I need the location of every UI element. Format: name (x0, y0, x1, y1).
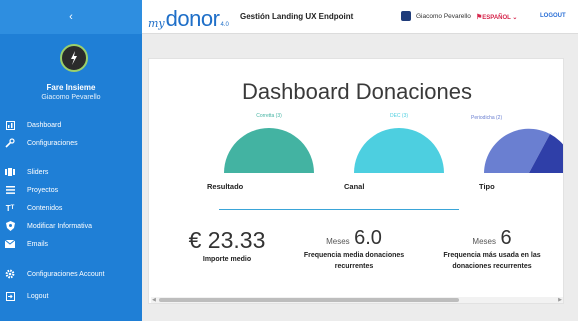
logout-icon (5, 291, 15, 301)
sidebar-item-label: Contenidos (27, 204, 63, 212)
sidebar-item-label: Configuraciones (27, 139, 78, 147)
stat-frequencia-mas-usada: Meses 6 Frequencia más usada en las dona… (427, 227, 557, 272)
pie-chart-tipo (484, 128, 563, 173)
mail-icon (5, 239, 15, 249)
sidebar-item-label: Configuraciones Account (27, 270, 105, 278)
section-divider (219, 209, 459, 210)
scroll-right-icon[interactable]: ▶ (558, 297, 562, 303)
sidebar-item-label: Modificar Informativa (27, 222, 92, 230)
sidebar-item-label: Emails (27, 240, 49, 248)
sidebar-item-contenidos[interactable]: TT Contenidos (0, 199, 142, 217)
user-icon (401, 11, 411, 21)
pie-slice[interactable] (219, 123, 319, 175)
scroll-left-icon[interactable]: ◀ (152, 297, 156, 303)
chart-label-tipo: Tipo (479, 182, 495, 191)
stat-top-value: 6 (500, 227, 512, 249)
stat-freq-value: 6.0 (354, 227, 382, 249)
pie-slice[interactable] (349, 123, 449, 175)
sidebar-item-proyectos[interactable]: Proyectos (0, 181, 142, 199)
sidebar-item-configuraciones-account[interactable]: Configuraciones Account (0, 265, 142, 283)
sidebar-item-label: Sliders (27, 168, 49, 176)
language-label: ESPAÑOL ⌄ (482, 15, 518, 21)
wrench-icon (5, 138, 15, 148)
stat-freq-label-1: Frequencia media donaciones (303, 252, 405, 259)
avatar (60, 44, 88, 72)
scrollbar-thumb[interactable] (159, 298, 459, 302)
shield-icon (5, 221, 15, 231)
horizontal-scrollbar[interactable]: ◀ ▶ (151, 297, 563, 303)
page-title: Dashboard Donaciones (242, 79, 472, 104)
chart-slice-label: Periodicha (2) (471, 115, 503, 121)
chart-tipo: Periodicha (2) (471, 115, 563, 180)
sidebar-item-configuraciones[interactable]: Configuraciones (0, 134, 142, 152)
org-logo-icon (65, 49, 83, 67)
topbar-user-name[interactable]: Giacomo Pevarello (416, 13, 471, 20)
sidebar-item-label: Proyectos (27, 186, 59, 194)
sliders-icon (5, 167, 15, 177)
sidebar-item-sliders[interactable]: Sliders (0, 163, 142, 181)
sidebar-item-modificar-informativa[interactable]: Modificar Informativa (0, 217, 142, 235)
dashboard-icon (5, 120, 15, 130)
language-dropdown[interactable]: ⚑ESPAÑOL ⌄ (476, 13, 517, 21)
org-name: Fare Insieme (46, 83, 96, 92)
sidebar-item-logout[interactable]: Logout (0, 287, 142, 305)
sidebar: ‹ Fare Insieme Giacomo Pevarello Dashboa… (0, 0, 142, 321)
stat-importe-value: € 23.33 (188, 227, 266, 253)
stat-freq-prefix: Meses (326, 237, 350, 246)
sidebar-item-dashboard[interactable]: Dashboard (0, 116, 142, 134)
dashboard-card: Dashboard Donaciones Corretta (3) Result… (148, 58, 564, 304)
list-icon (5, 185, 15, 195)
chart-label-resultado: Resultado (207, 182, 244, 191)
chart-slice-label: DEC (3) (389, 113, 409, 119)
topbar: my donor 4.0 Gestión Landing UX Endpoint… (142, 0, 578, 34)
stat-importe-label: Importe medio (202, 256, 252, 263)
sidebar-item-emails[interactable]: Emails (0, 235, 142, 253)
chart-canal: DEC (3) (349, 113, 449, 180)
chart-label-canal: Canal (344, 182, 365, 191)
stat-frequencia-media: Meses 6.0 Frequencia media donaciones re… (284, 227, 424, 272)
stat-top-label-2: donaciones recurrentes (452, 263, 532, 270)
logout-button[interactable]: LOGOUT (540, 13, 566, 19)
chart-resultado: Corretta (3) (219, 113, 319, 180)
stat-freq-label-2: recurrentes (334, 263, 374, 270)
logo-donor: donor (165, 6, 220, 31)
stat-top-prefix: Meses (472, 237, 496, 246)
logo-my: my (148, 17, 165, 30)
sidebar-item-label: Logout (27, 292, 49, 300)
logo-version: 4.0 (220, 22, 229, 28)
chart-slice-label: Corretta (3) (256, 113, 282, 119)
chevron-left-icon: ‹ (69, 11, 73, 23)
sidebar-user-name: Giacomo Pevarello (41, 94, 101, 101)
gear-icon (5, 269, 15, 279)
app-root: ‹ Fare Insieme Giacomo Pevarello Dashboa… (0, 0, 578, 321)
stat-top-label-1: Frequencia más usada en las (443, 252, 541, 259)
stat-importe-medio: € 23.33 Importe medio (177, 227, 277, 265)
mydonor-logo[interactable]: my donor 4.0 (148, 4, 229, 31)
sidebar-item-label: Dashboard (27, 121, 62, 129)
app-title: Gestión Landing UX Endpoint (240, 12, 354, 21)
sidebar-collapse-button[interactable]: ‹ (0, 0, 142, 34)
text-icon: TT (5, 203, 15, 213)
